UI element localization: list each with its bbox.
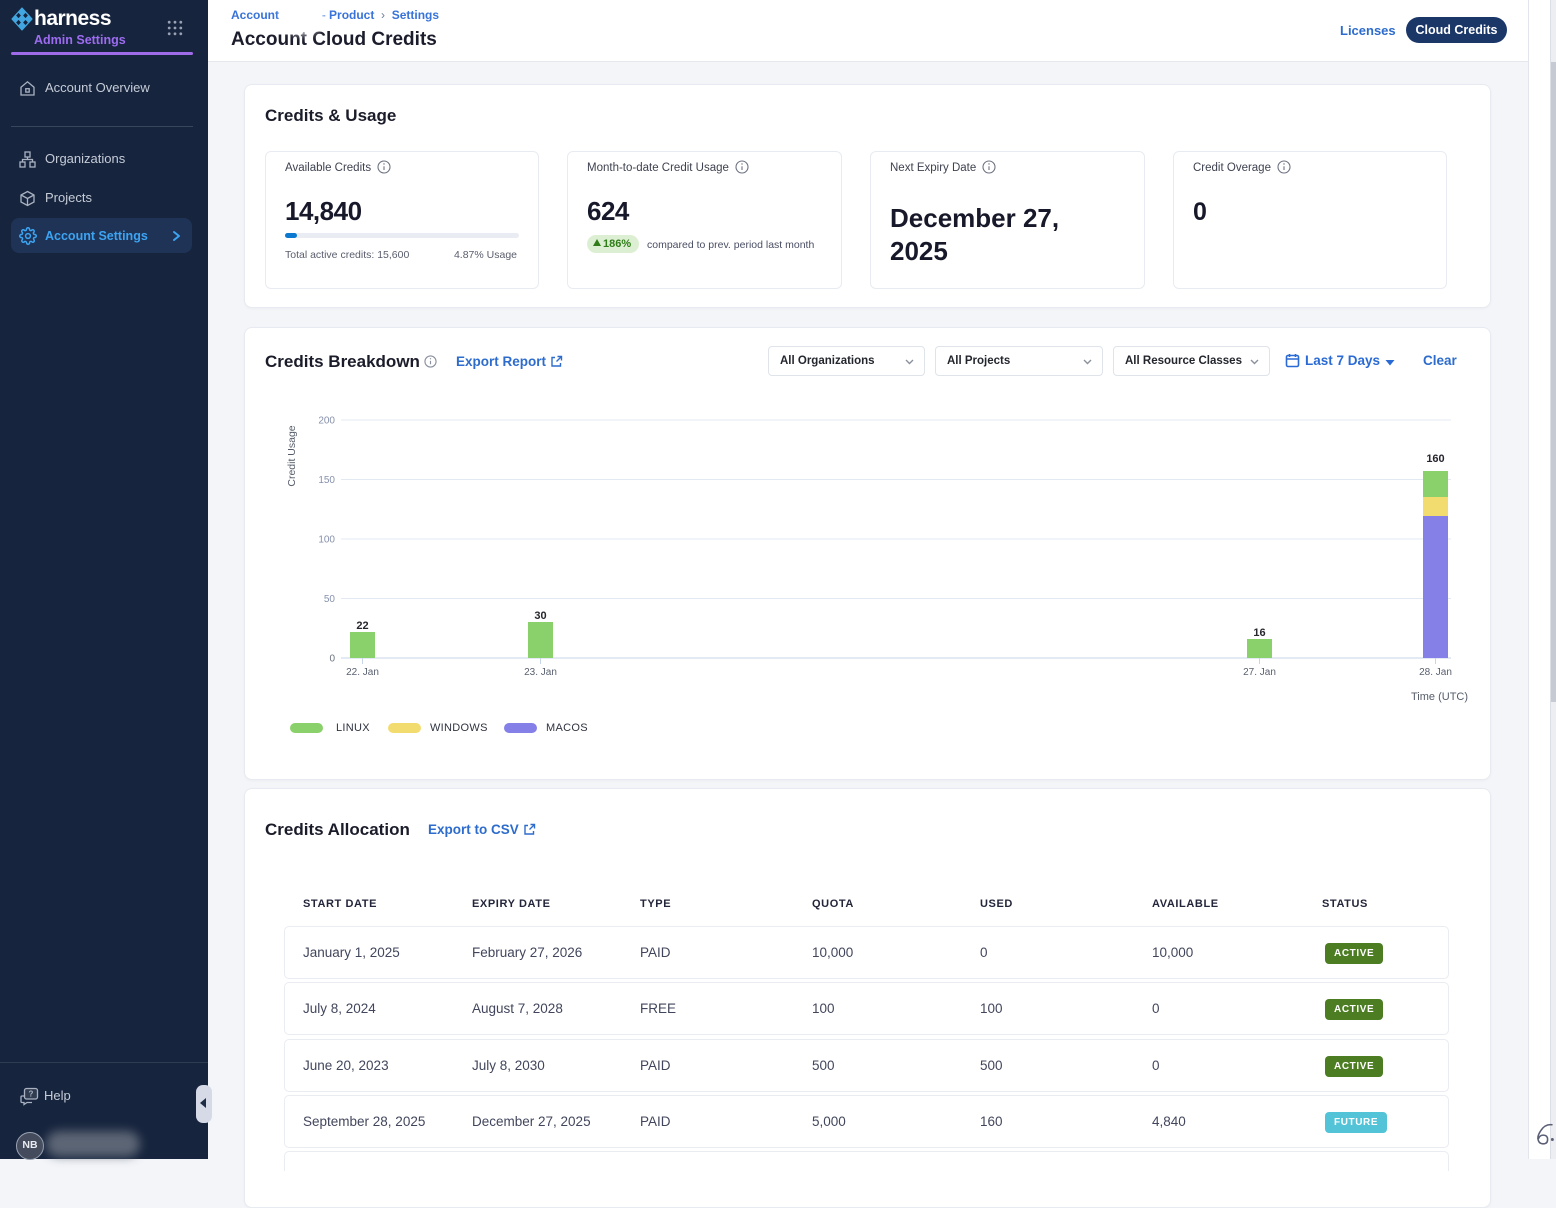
svg-text:200: 200 (318, 416, 335, 427)
svg-text:27. Jan: 27. Jan (1243, 667, 1276, 678)
svg-text:30: 30 (534, 610, 546, 622)
svg-text:160: 160 (1426, 453, 1444, 465)
svg-text:22: 22 (356, 620, 368, 632)
svg-text:28. Jan: 28. Jan (1419, 667, 1452, 678)
svg-text:100: 100 (318, 535, 335, 546)
svg-text:22. Jan: 22. Jan (346, 667, 379, 678)
svg-text:Credit Usage: Credit Usage (286, 425, 298, 486)
svg-text:23. Jan: 23. Jan (524, 667, 557, 678)
svg-text:?: ? (29, 1090, 34, 1099)
svg-text:0: 0 (329, 654, 335, 665)
svg-text:16: 16 (1253, 627, 1265, 639)
svg-text:50: 50 (324, 594, 336, 605)
svg-text:150: 150 (318, 475, 335, 486)
